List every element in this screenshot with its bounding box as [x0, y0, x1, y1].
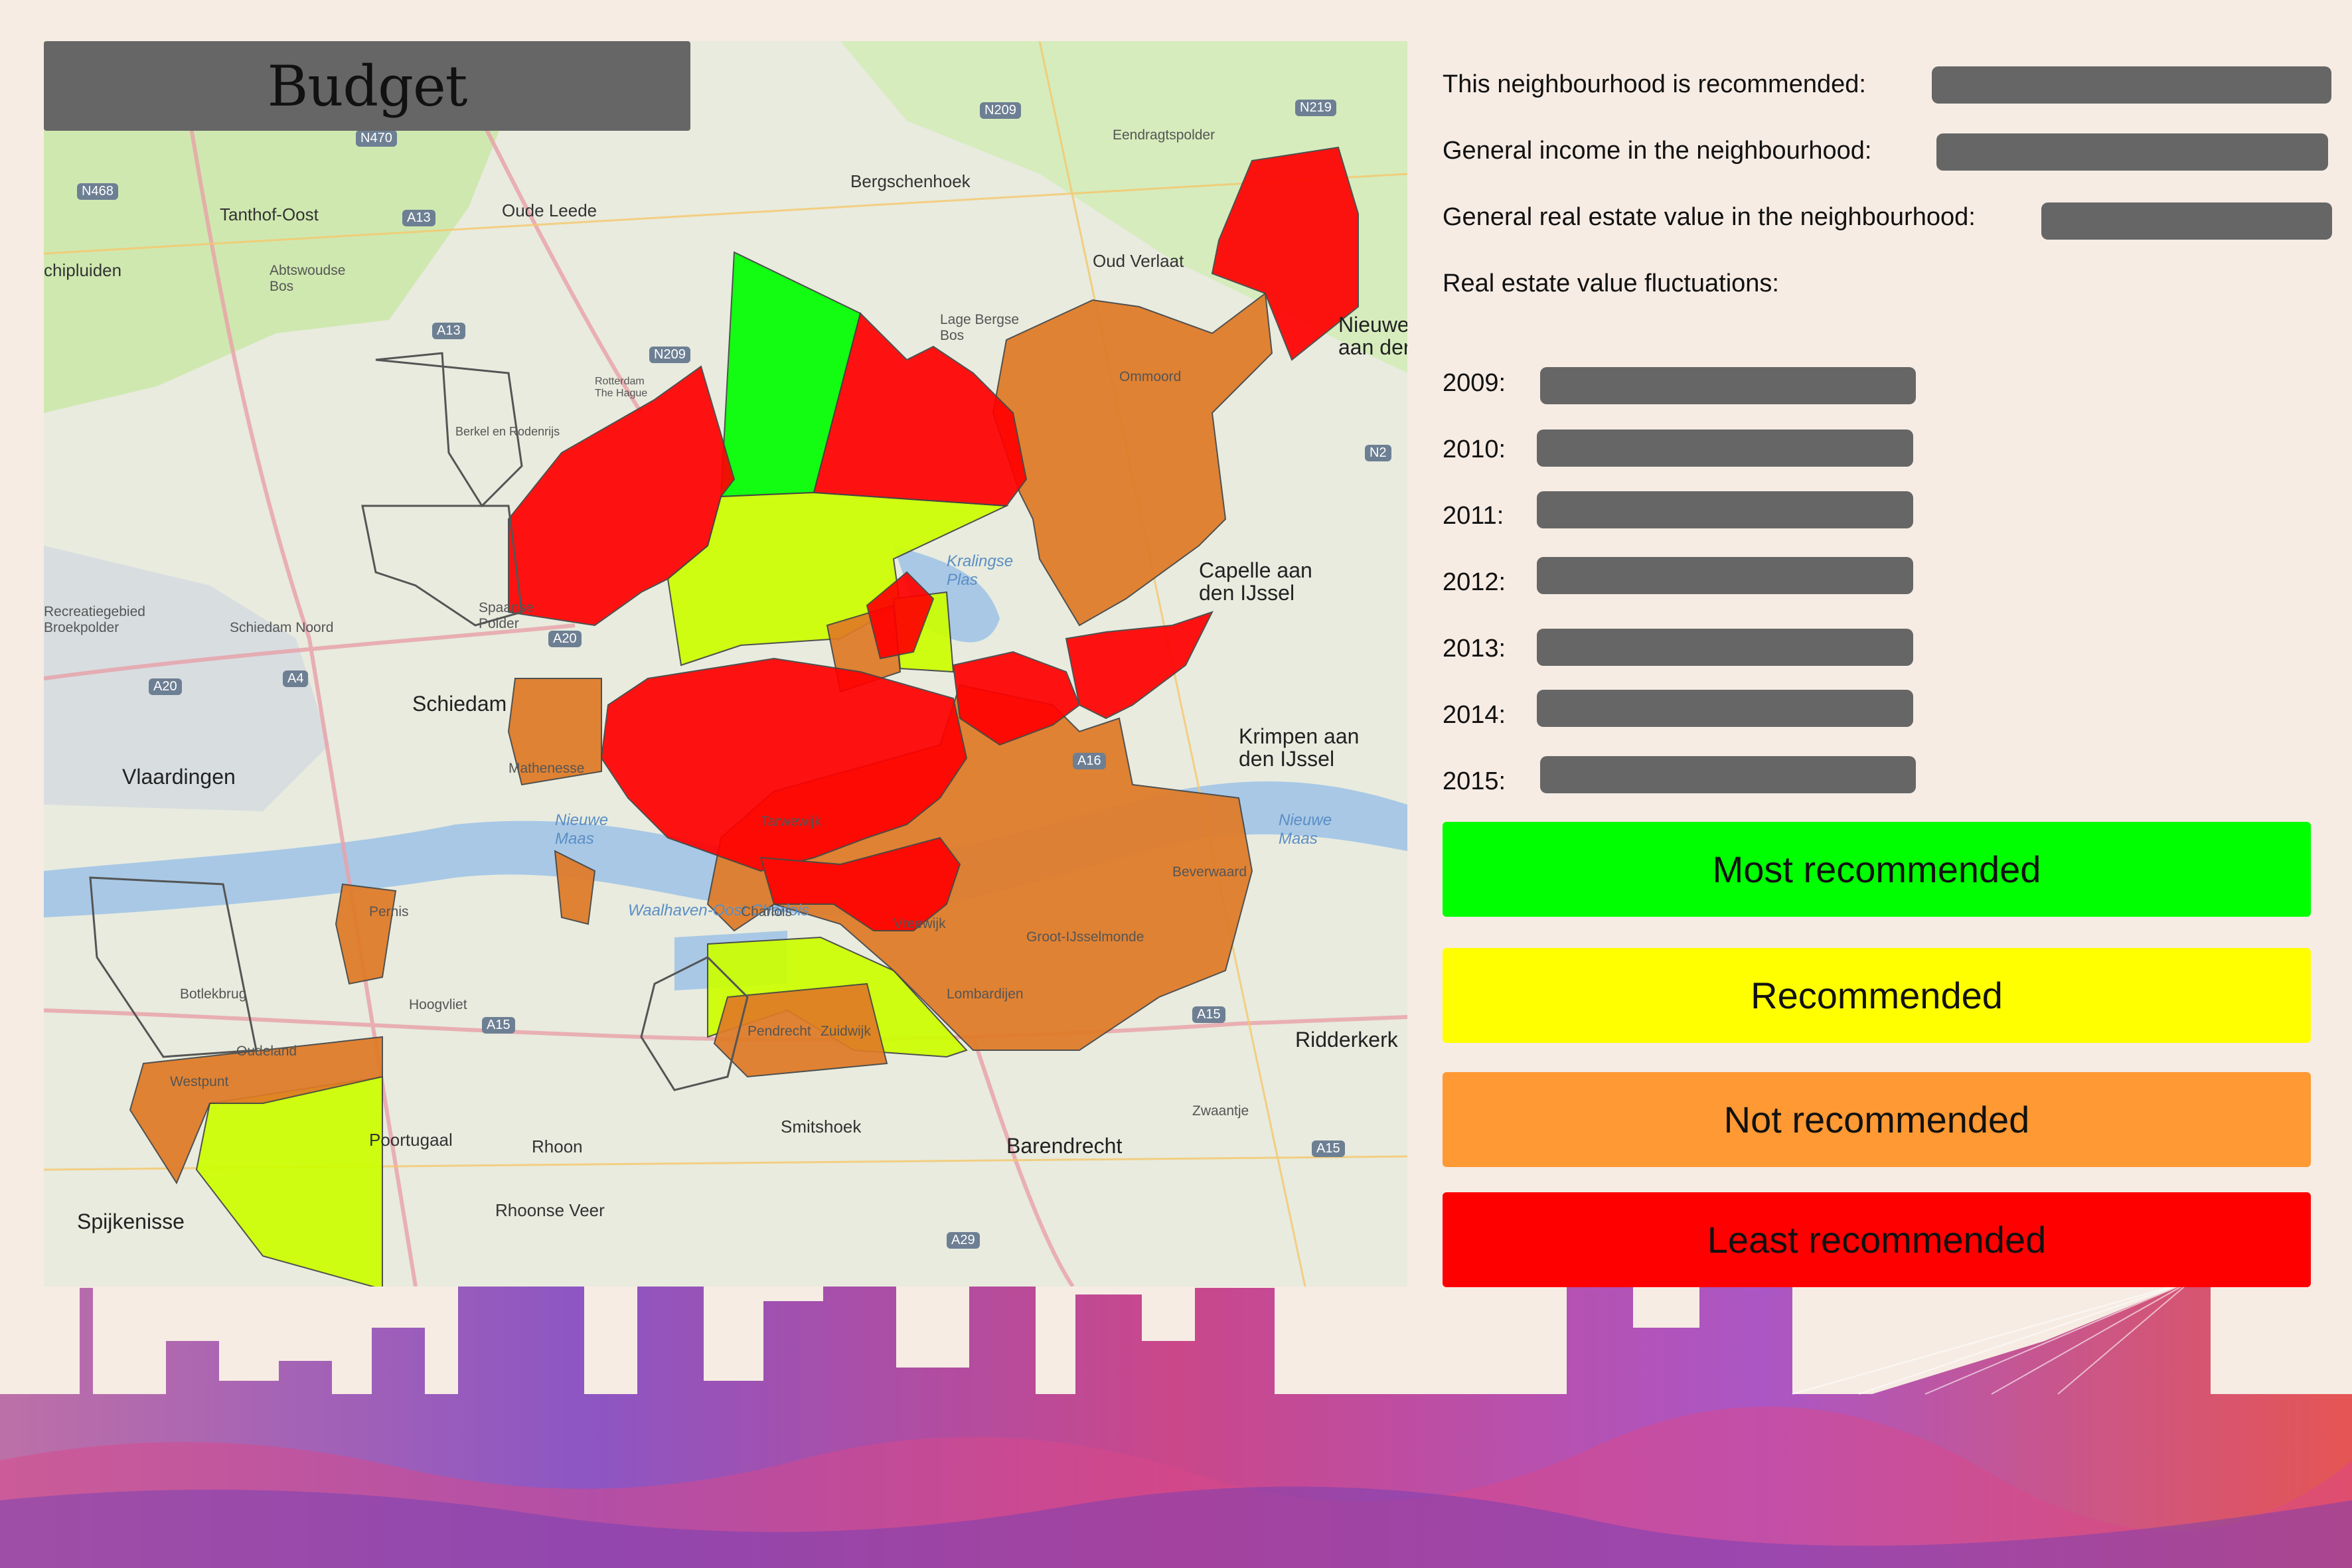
year-label: 2009:	[1443, 369, 1506, 397]
year-value-bar	[1537, 491, 1913, 528]
year-value-bar	[1537, 629, 1913, 666]
road-shield: A13	[432, 323, 465, 339]
year-label: 2013:	[1443, 635, 1506, 663]
place-label: Recreatiegebied Broekpolder	[44, 604, 145, 635]
road-shield: A13	[402, 210, 435, 226]
place-label: Poortugaal	[369, 1130, 453, 1150]
year-label: 2015:	[1443, 767, 1506, 795]
legend-label: Not recommended	[1723, 1099, 2030, 1140]
recommended-value-bar	[1932, 66, 2331, 104]
road-shield: N2	[1365, 445, 1391, 461]
place-label: Krimpen aan den IJssel	[1239, 724, 1360, 771]
place-label: chipluiden	[44, 260, 122, 280]
road-shield: A15	[482, 1017, 515, 1034]
year-value-bar	[1540, 367, 1916, 404]
place-label: Tarwewijk	[761, 814, 822, 829]
place-label: Pendrecht	[747, 1024, 811, 1039]
place-label: Eendragtspolder	[1113, 127, 1215, 143]
place-label: Oud Verlaat	[1093, 251, 1184, 271]
legend-most-recommended-button[interactable]: Most recommended	[1443, 822, 2311, 917]
place-label: Charlois	[741, 904, 793, 919]
place-label: Schiedam	[412, 692, 507, 716]
place-label: Nieuwe Maas	[555, 811, 609, 848]
year-label: 2011:	[1443, 502, 1504, 530]
road-shield: N209	[980, 102, 1021, 119]
place-label: Spaanse Polder	[479, 600, 534, 631]
budget-header[interactable]: Budget	[44, 41, 690, 131]
place-label: Hoogvliet	[409, 997, 467, 1012]
income-label: General income in the neighbourhood:	[1443, 137, 1872, 165]
road-shield: N470	[356, 130, 397, 147]
place-label: Kralingse Plas	[947, 552, 1014, 589]
skyline-background	[0, 1261, 2352, 1568]
realestate-label: General real estate value in the neighbo…	[1443, 203, 1976, 231]
realestate-value-bar	[2041, 202, 2332, 240]
place-label: Schiedam Noord	[230, 620, 334, 635]
road-shield: N219	[1295, 100, 1336, 116]
place-label: Nieuwe Maas	[1279, 811, 1332, 848]
year-label: 2012:	[1443, 568, 1506, 596]
place-label: Oudeland	[236, 1044, 297, 1059]
place-label: Westpunt	[170, 1074, 229, 1089]
place-label: Zuidwijk	[821, 1024, 871, 1039]
place-label: Rhoonse Veer	[495, 1200, 605, 1220]
place-label: Lombardijen	[947, 986, 1024, 1002]
road-shield: A15	[1192, 1006, 1225, 1023]
recommended-label: This neighbourhood is recommended:	[1443, 70, 1866, 98]
road-shield: A20	[149, 678, 182, 695]
neighbourhood-map[interactable]: Schiedam Vlaardingen Spijkenisse Ridderk…	[44, 41, 1407, 1287]
legend-recommended-button[interactable]: Recommended	[1443, 948, 2311, 1043]
place-label: Vreewijk	[894, 916, 946, 931]
place-label: Capelle aan den IJssel	[1199, 558, 1312, 605]
place-label: Groot-IJsselmonde	[1026, 929, 1144, 945]
place-label: Abtswoudse Bos	[270, 263, 346, 294]
budget-title: Budget	[267, 53, 468, 119]
place-label: Mathenesse	[509, 761, 585, 776]
legend-not-recommended-button[interactable]: Not recommended	[1443, 1072, 2311, 1167]
fluctuations-label: Real estate value fluctuations:	[1443, 270, 1779, 297]
place-label: Barendrecht	[1006, 1134, 1123, 1158]
place-label: Spijkenisse	[77, 1210, 185, 1233]
place-label: Zwaantje	[1192, 1103, 1249, 1119]
place-label: Nieuwe aan der	[1338, 313, 1407, 359]
place-label: Bergschenhoek	[850, 171, 971, 191]
road-shield: N209	[649, 347, 690, 363]
year-value-bar	[1540, 756, 1916, 793]
legend-label: Most recommended	[1712, 848, 2041, 890]
place-label: Beverwaard	[1172, 864, 1247, 880]
place-label: Tanthof-Oost	[220, 204, 319, 224]
road-shield: A4	[283, 670, 309, 687]
year-label: 2014:	[1443, 701, 1506, 729]
place-label: Oude Leede	[502, 200, 597, 220]
road-shield: A20	[548, 631, 582, 647]
legend-label: Least recommended	[1707, 1219, 2047, 1261]
road-shield: A15	[1312, 1140, 1345, 1157]
place-label: Ridderkerk	[1295, 1028, 1398, 1052]
road-shield: N468	[77, 183, 118, 200]
road-shield: A16	[1073, 753, 1106, 769]
place-label: Lage Bergse Bos	[940, 312, 1020, 343]
place-label: Berkel en Rodenrijs	[455, 425, 560, 438]
year-value-bar	[1537, 430, 1913, 467]
place-label: Botlekbrug	[180, 986, 247, 1002]
year-label: 2010:	[1443, 435, 1506, 463]
road-shield: A29	[947, 1232, 980, 1249]
year-value-bar	[1537, 557, 1913, 594]
place-label: Pernis	[369, 904, 409, 919]
legend-label: Recommended	[1751, 975, 2003, 1016]
legend-least-recommended-button[interactable]: Least recommended	[1443, 1192, 2311, 1287]
place-label: Vlaardingen	[122, 765, 236, 789]
place-label: Smitshoek	[781, 1117, 862, 1137]
place-label: Rotterdam The Hague	[595, 376, 648, 399]
place-label: Rhoon	[532, 1137, 583, 1156]
year-value-bar	[1537, 690, 1913, 727]
income-value-bar	[1936, 133, 2328, 171]
place-label: Ommoord	[1119, 369, 1182, 384]
